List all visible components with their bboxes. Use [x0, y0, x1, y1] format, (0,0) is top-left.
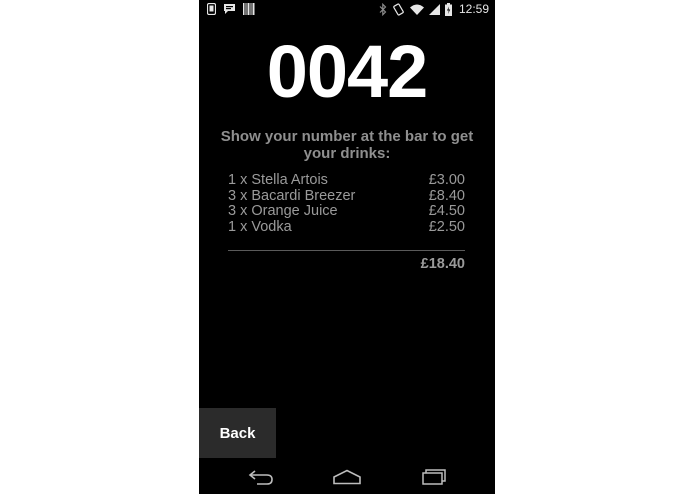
bluetooth-icon [379, 2, 387, 16]
nav-home-button[interactable] [327, 466, 367, 488]
order-item: 1 x Vodka £2.50 [228, 218, 465, 236]
clock: 12:59 [458, 2, 489, 16]
wifi-icon [409, 4, 424, 15]
back-icon [247, 469, 275, 485]
order-number: 0042 [266, 30, 429, 113]
signal-icon [428, 3, 440, 15]
order-total: £18.40 [420, 256, 465, 272]
battery-icon [444, 2, 452, 16]
system-icons: 12:59 [379, 2, 489, 16]
nav-back-button[interactable] [241, 466, 281, 488]
order-items-list: 1 x Stella Artois £3.00 3 x Bacardi Bree… [228, 172, 465, 236]
barcode-icon [243, 3, 255, 15]
item-price: £4.50 [428, 203, 465, 219]
navigation-bar [199, 458, 495, 494]
item-description: 1 x Stella Artois [228, 172, 328, 188]
notification-icons [207, 3, 255, 15]
home-icon [332, 469, 362, 485]
android-debug-icon [207, 3, 216, 15]
item-price: £8.40 [428, 187, 465, 204]
nav-recents-button[interactable] [414, 466, 454, 488]
rotation-icon [392, 2, 405, 16]
item-price: £3.00 [428, 172, 465, 188]
chat-icon [223, 3, 236, 15]
recents-icon [421, 469, 447, 485]
total-divider [228, 250, 465, 251]
back-button[interactable]: Back [199, 408, 276, 458]
item-price: £2.50 [428, 218, 465, 235]
order-item: 3 x Orange Juice £4.50 [228, 203, 465, 220]
item-description: 3 x Orange Juice [228, 203, 338, 219]
order-item: 3 x Bacardi Breezer £8.40 [228, 187, 465, 205]
order-item: 1 x Stella Artois £3.00 [228, 172, 465, 189]
instructions-text: Show your number at the bar to get your … [220, 128, 474, 162]
item-description: 3 x Bacardi Breezer [228, 187, 356, 204]
status-bar: 12:59 [199, 0, 495, 20]
item-description: 1 x Vodka [228, 218, 292, 235]
phone-screen: 12:59 0042 Show your number at the bar t… [199, 0, 495, 494]
